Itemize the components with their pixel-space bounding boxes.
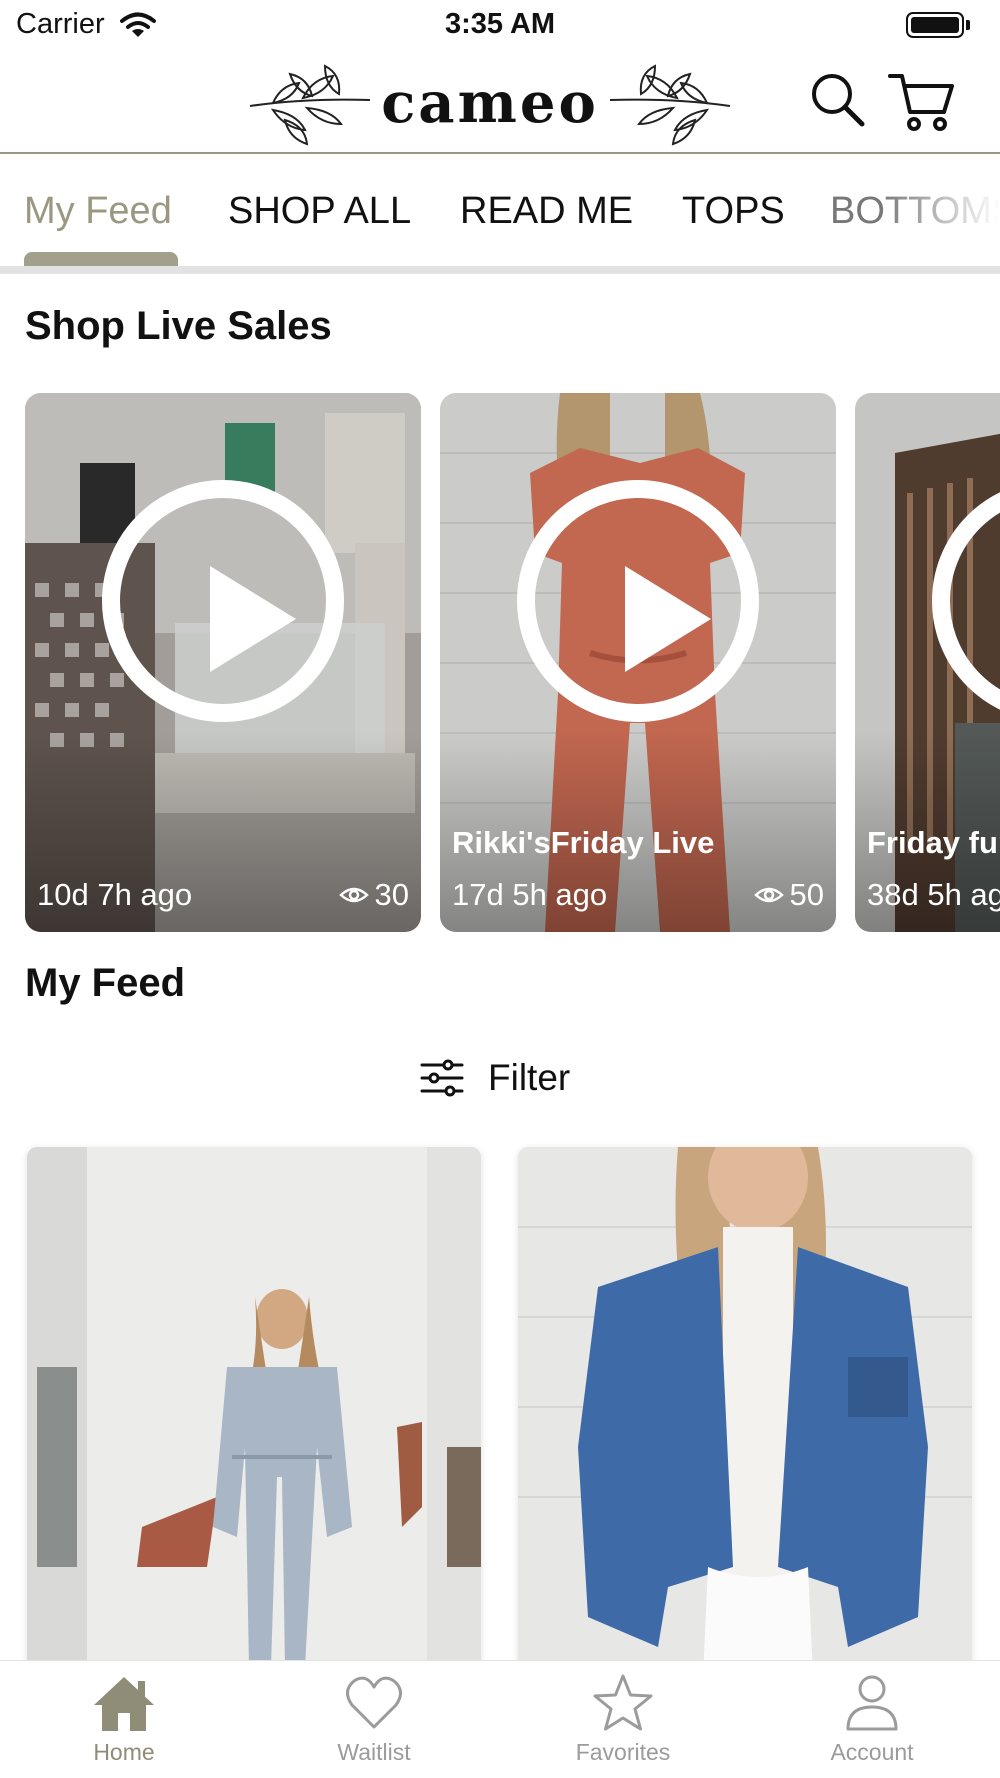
live-sale-time: 17d 5h ago [452,877,608,912]
view-count: 50 [789,877,824,912]
nav-waitlist[interactable]: Waitlist [294,1673,454,1766]
tab-my-feed[interactable]: My Feed [24,190,172,233]
eye-icon [753,887,784,903]
play-icon [210,566,296,672]
bottom-tab-bar: Home Waitlist Favorites Account [0,1660,1000,1778]
live-sale-views: 50 [753,877,824,913]
play-button[interactable] [517,480,759,722]
tab-shop-all[interactable]: SHOP ALL [228,190,411,233]
tabs-fade [880,156,1000,266]
sliders-icon [420,1059,464,1097]
play-icon [625,566,711,672]
feed-heading: My Feed [25,961,186,1005]
status-bar: Carrier 3:35 AM [0,0,1000,50]
app-header: cameo [0,50,1000,154]
live-sale-time: 38d 5h ago [867,877,1000,912]
heart-icon [346,1676,402,1729]
category-tabs: My Feed SHOP ALL READ ME TOPS BOTTOMS [0,156,1000,274]
filter-label: Filter [488,1057,571,1098]
nav-home-label: Home [93,1739,155,1765]
live-sale-views: 30 [338,877,409,913]
cart-icon[interactable] [886,70,956,134]
tab-active-indicator [24,252,178,266]
live-sale-time: 10d 7h ago [37,877,193,912]
live-sale-title: Friday fun [867,825,1000,860]
live-sale-card[interactable]: Rikki'sFriday Live 17d 5h ago 50 [440,393,836,932]
view-count: 30 [374,877,409,912]
live-sale-card[interactable]: 10d 7h ago 30 [25,393,421,932]
eye-icon [338,887,369,903]
user-icon [846,1675,898,1731]
live-sales-heading: Shop Live Sales [25,304,332,348]
nav-home[interactable]: Home [44,1673,204,1766]
nav-favorites[interactable]: Favorites [543,1673,703,1766]
star-icon [593,1674,653,1731]
tab-read-me[interactable]: READ ME [460,190,633,233]
nav-waitlist-label: Waitlist [337,1739,411,1765]
play-button[interactable] [102,480,344,722]
battery-nub [966,20,970,30]
tab-tops[interactable]: TOPS [682,190,785,233]
cameo-logo[interactable]: cameo [245,58,735,146]
nav-account[interactable]: Account [792,1673,952,1766]
logo-text: cameo [381,70,599,136]
filter-button[interactable]: Filter [420,1050,570,1106]
home-icon [94,1677,154,1731]
live-sale-title: Rikki'sFriday Live [452,825,715,860]
nav-account-label: Account [830,1739,914,1765]
live-sale-card[interactable]: Friday fun 38d 5h ago [855,393,1000,932]
app-screen: Carrier 3:35 AM cameo My Feed SHOP ALL R… [0,0,1000,1778]
search-icon[interactable] [810,70,866,130]
battery-icon [906,12,964,38]
tabs-divider [0,266,1000,274]
clock: 3:35 AM [444,8,556,40]
nav-favorites-label: Favorites [575,1739,671,1765]
